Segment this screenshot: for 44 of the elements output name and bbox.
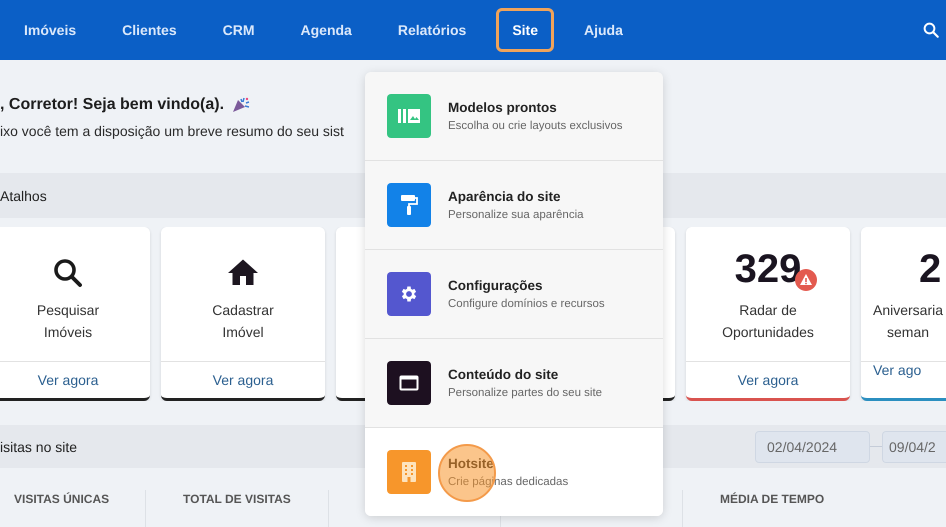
search-icon[interactable] [922, 21, 940, 39]
stat-label: TOTAL DE VISITAS [183, 492, 291, 506]
menu-item[interactable]: Aparência do site Personalize sua aparência [365, 161, 663, 250]
stat-label: VISITAS ÚNICAS [14, 492, 110, 506]
paint-roller-icon [400, 194, 418, 216]
nav-link[interactable]: Site [496, 8, 554, 52]
menu-item-title: Hotsite [448, 456, 495, 471]
section-header: isitas no site [0, 438, 78, 454]
see-now-link[interactable]: Ver agora [686, 361, 850, 398]
building-icon [401, 461, 417, 483]
nav-link[interactable]: Clientes [106, 8, 193, 52]
card-label: Aniversaria seman [873, 301, 944, 342]
card-label: Pesquisar Imóveis [36, 301, 100, 342]
menu-item-title: Conteúdo do site [448, 367, 560, 382]
gear-icon [399, 284, 419, 304]
greeting-title: , Corretor! Seja bem vindo(a). [0, 96, 224, 114]
date-field[interactable]: 02/04/2024 [755, 430, 870, 462]
see-now-link[interactable]: Ver agora [161, 361, 325, 398]
date-field[interactable]: 09/04/2 [882, 430, 946, 462]
count-value: 2 [919, 247, 942, 291]
card-label: Radar de Oportunidades [722, 301, 814, 342]
menu-item[interactable]: Configurações Configure domínios e recursos [365, 250, 663, 339]
menu-item-description: Personalize sua aparência [448, 209, 584, 221]
window-icon [399, 375, 419, 391]
stat-label: MÉDIA DE TEMPO [720, 492, 824, 506]
greeting-subtitle: ixo você tem a disposição um breve resumo do seu sist [0, 123, 344, 139]
menu-item-description: Configure domínios e recursos [448, 298, 605, 310]
nav-link[interactable]: Relatórios [382, 8, 482, 52]
party-popper-icon [232, 97, 250, 113]
menu-item-title: Aparência do site [448, 189, 562, 204]
nav-link[interactable]: Ajuda [568, 8, 639, 52]
count-value: 329 [734, 247, 802, 291]
nav-link[interactable]: CRM [206, 8, 270, 52]
menu-item-title: Modelos prontos [448, 100, 558, 115]
nav-link[interactable]: Imóveis [8, 8, 92, 52]
card-label: Cadastrar Imóvel [212, 301, 274, 342]
menu-item-description: Personalize partes do seu site [448, 387, 602, 399]
menu-item-description: Escolha ou crie layouts exclusivos [448, 120, 622, 132]
gallery-icon [398, 108, 420, 124]
see-now-link[interactable]: Ver ago [861, 361, 946, 398]
menu-item-title: Configurações [448, 278, 544, 293]
menu-item[interactable]: Modelos prontos Escolha ou crie layouts exclusivos [365, 72, 663, 161]
see-now-link[interactable]: Ver agora [0, 361, 150, 398]
nav-link[interactable]: Agenda [284, 8, 368, 52]
